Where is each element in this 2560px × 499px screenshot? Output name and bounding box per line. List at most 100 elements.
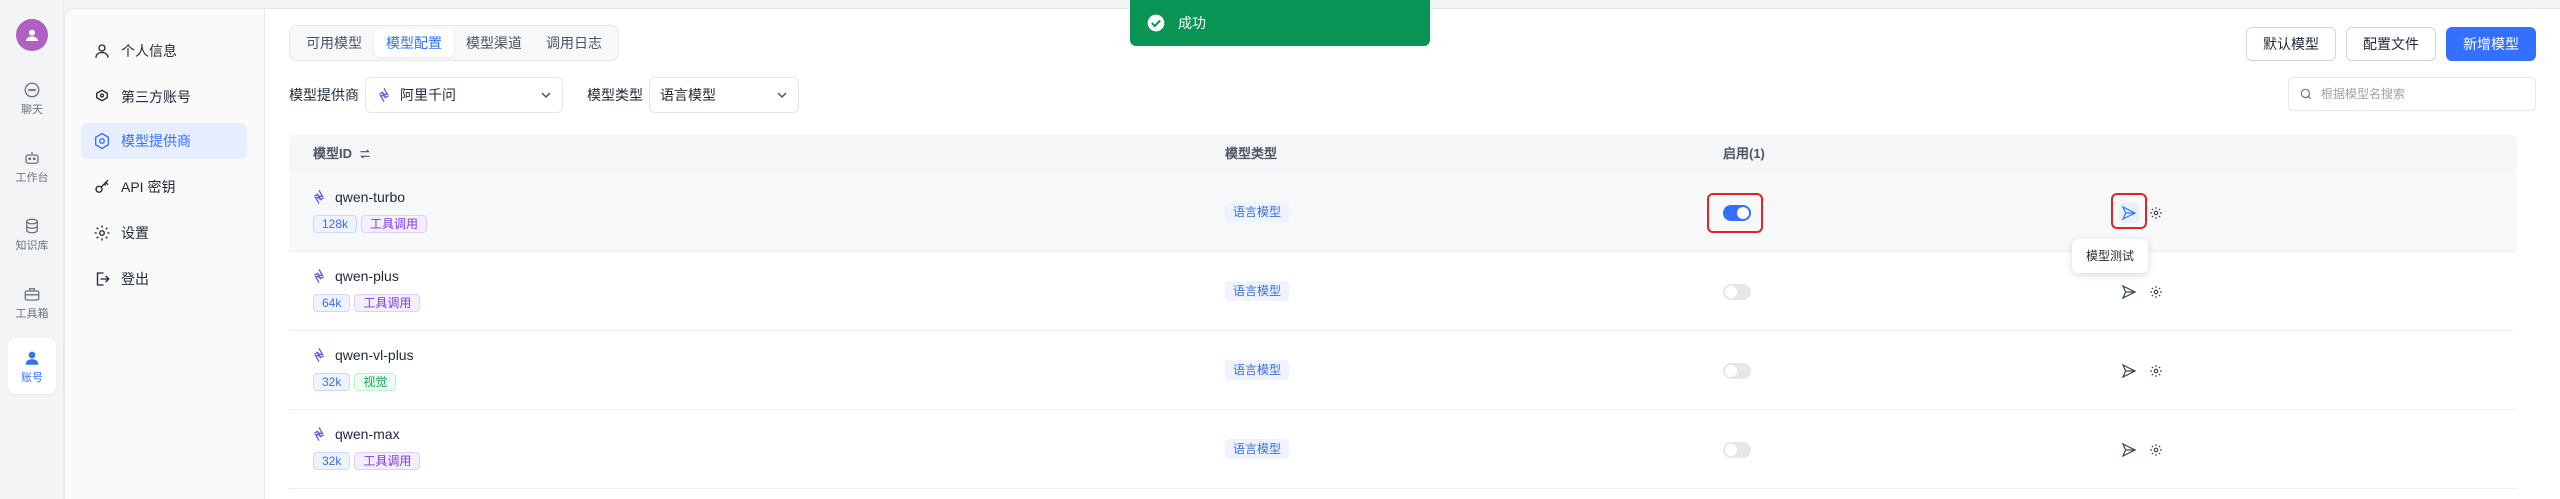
rail-label: 工具箱 xyxy=(15,308,49,320)
tab-call-logs[interactable]: 调用日志 xyxy=(534,29,614,57)
model-settings-button[interactable] xyxy=(2147,283,2165,301)
toolbar: 默认模型 配置文件 新增模型 xyxy=(2236,27,2536,61)
qwen-logo-icon xyxy=(376,87,392,103)
type-label: 模型类型 xyxy=(587,87,643,103)
provider-select[interactable]: 阿里千问 xyxy=(365,77,563,113)
rail-item-account[interactable]: 账号 xyxy=(8,338,56,394)
gear-icon xyxy=(93,224,111,242)
rail-item-toolbox[interactable]: 工具箱 xyxy=(8,276,56,328)
menu-item-logout[interactable]: 登出 xyxy=(81,261,247,297)
chat-icon xyxy=(22,80,42,100)
model-id: qwen-vl-plus xyxy=(335,347,414,363)
tab-available-models[interactable]: 可用模型 xyxy=(294,29,374,57)
model-icon xyxy=(93,132,111,150)
sort-icon xyxy=(360,149,370,159)
model-id: qwen-turbo xyxy=(335,189,406,205)
model-tags: 128k 工具调用 xyxy=(313,215,431,233)
rail-item-workbench[interactable]: 工作台 xyxy=(8,140,56,192)
col-model-id[interactable]: 模型ID xyxy=(313,135,372,173)
menu-label: 设置 xyxy=(121,225,149,241)
test-model-button[interactable] xyxy=(2119,282,2139,302)
tab-bar: 可用模型 模型配置 模型渠道 调用日志 xyxy=(289,25,619,61)
new-model-button[interactable]: 新增模型 xyxy=(2446,27,2536,61)
key-icon xyxy=(93,178,111,196)
menu-item-api-key[interactable]: API 密钥 xyxy=(81,169,247,205)
model-id: qwen-max xyxy=(335,426,400,442)
model-settings-button[interactable] xyxy=(2147,362,2165,380)
user-avatar-icon xyxy=(26,29,38,41)
table-row: qwen-plus 64k 工具调用 语言模型 xyxy=(289,252,2517,331)
model-name: qwen-max xyxy=(311,426,400,442)
qwen-logo-icon xyxy=(313,269,325,283)
highlight-box xyxy=(2111,193,2147,229)
test-model-button[interactable] xyxy=(2119,361,2139,381)
context-tag: 128k xyxy=(313,215,358,233)
model-type-badge: 语言模型 xyxy=(1225,202,1290,222)
col-enabled: 启用(1) xyxy=(1723,146,1765,161)
model-name: qwen-vl-plus xyxy=(311,347,414,363)
menu-label: 个人信息 xyxy=(121,43,177,59)
avatar[interactable] xyxy=(16,19,48,51)
context-tag: 32k xyxy=(313,452,351,470)
database-icon xyxy=(22,216,42,236)
check-circle-icon xyxy=(1147,14,1165,32)
gear-icon xyxy=(2150,286,2162,298)
model-id: qwen-plus xyxy=(335,268,399,284)
provider-label: 模型提供商 xyxy=(289,87,359,103)
model-table: 模型ID 模型类型 启用(1) qwen-turbo 128k 工具调用 语言模… xyxy=(289,135,2517,489)
search-box[interactable] xyxy=(2288,77,2536,111)
model-settings-button[interactable] xyxy=(2147,204,2165,222)
table-row: qwen-turbo 128k 工具调用 语言模型 xyxy=(289,173,2517,252)
model-type-badge: 语言模型 xyxy=(1225,439,1290,459)
menu-item-profile[interactable]: 个人信息 xyxy=(81,33,247,69)
table-row: qwen-max 32k 工具调用 语言模型 xyxy=(289,410,2517,489)
gear-icon xyxy=(2150,207,2162,219)
tab-model-channels[interactable]: 模型渠道 xyxy=(454,29,534,57)
gear-icon xyxy=(2150,365,2162,377)
toast-text: 成功 xyxy=(1178,15,1206,31)
qwen-logo-icon xyxy=(313,348,325,362)
qwen-logo-icon xyxy=(313,427,325,441)
tab-model-config[interactable]: 模型配置 xyxy=(374,29,454,57)
rail-label: 聊天 xyxy=(21,104,43,116)
user-icon xyxy=(93,42,111,60)
table-row: qwen-vl-plus 32k 视觉 语言模型 xyxy=(289,331,2517,410)
enable-toggle[interactable] xyxy=(1723,363,1751,379)
side-menu: 个人信息 第三方账号 模型提供商 API 密钥 设置 登出 xyxy=(64,0,264,499)
test-model-button[interactable] xyxy=(2119,440,2139,460)
model-settings-button[interactable] xyxy=(2147,441,2165,459)
default-model-button[interactable]: 默认模型 xyxy=(2246,27,2336,61)
enable-toggle[interactable] xyxy=(1723,284,1751,300)
side-menu-panel: 个人信息 第三方账号 模型提供商 API 密钥 设置 登出 xyxy=(64,8,264,499)
model-type-badge: 语言模型 xyxy=(1225,360,1290,380)
col-model-id-label: 模型ID xyxy=(313,146,353,161)
rail-label: 知识库 xyxy=(15,240,49,252)
config-file-button[interactable]: 配置文件 xyxy=(2346,27,2436,61)
context-tag: 32k xyxy=(313,373,351,391)
menu-item-third-party[interactable]: 第三方账号 xyxy=(81,79,247,115)
enable-toggle[interactable] xyxy=(1723,442,1751,458)
app-root: 聊天 工作台 知识库 工具箱 账号 个人信息 第三方账号 模型提供商 API 密… xyxy=(0,0,2560,499)
model-name: qwen-turbo xyxy=(311,189,405,205)
send-icon xyxy=(2121,442,2137,458)
left-rail: 聊天 工作台 知识库 工具箱 账号 xyxy=(0,0,64,499)
menu-item-model-provider[interactable]: 模型提供商 xyxy=(81,123,247,159)
type-value: 语言模型 xyxy=(660,87,716,103)
rail-item-chat[interactable]: 聊天 xyxy=(8,72,56,124)
search-input[interactable] xyxy=(2321,87,2521,101)
rail-label: 账号 xyxy=(21,372,43,384)
user-icon xyxy=(22,348,42,368)
model-tags: 32k 工具调用 xyxy=(313,452,424,470)
qwen-logo-icon xyxy=(313,190,325,204)
rail-item-knowledge[interactable]: 知识库 xyxy=(8,208,56,260)
filter-bar: 模型提供商 阿里千问 模型类型 语言模型 xyxy=(289,77,799,113)
model-name: qwen-plus xyxy=(311,268,399,284)
menu-item-settings[interactable]: 设置 xyxy=(81,215,247,251)
send-icon xyxy=(2121,284,2137,300)
model-tags: 32k 视觉 xyxy=(313,373,400,391)
capability-tag: 工具调用 xyxy=(354,452,421,470)
type-select[interactable]: 语言模型 xyxy=(649,77,799,113)
capability-tag: 视觉 xyxy=(354,373,397,391)
capability-tag: 工具调用 xyxy=(354,294,421,312)
menu-label: 模型提供商 xyxy=(121,133,191,149)
